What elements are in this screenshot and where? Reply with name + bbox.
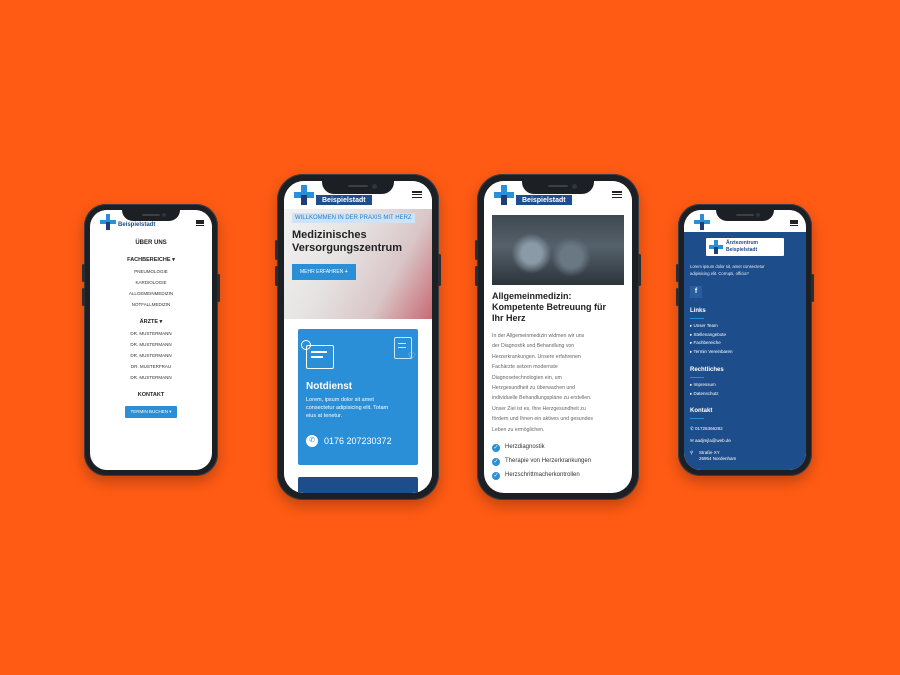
divider (690, 418, 704, 419)
mobile-menu: ÜBER UNS FACHBEREICHE ▾ PNEUMOLOGIE KARD… (90, 238, 212, 418)
hamburger-menu-icon[interactable] (612, 191, 622, 198)
links-heading: Links (690, 308, 706, 314)
links-list: ▸ Unser Team ▸ Stellenangebote ▸ Fachber… (690, 322, 732, 356)
location-pin-icon: ⚲ (690, 450, 694, 455)
section-title: Allgemeinmedizin: Kompetente Betreuung f… (492, 291, 607, 323)
footer-link[interactable]: ▸ Termin Vereinbaren (690, 348, 732, 357)
chevron-down-icon: ▾ (169, 409, 172, 414)
checkmark-icon: ✓ (492, 444, 500, 452)
mehr-erfahren-button[interactable]: MEHR ERFAHREN + (292, 264, 356, 280)
brand-name: Beispielstadt (316, 195, 372, 205)
hamburger-menu-icon[interactable] (790, 220, 798, 226)
hero-tagline: WILLKOMMEN IN DER PRAXIS MIT HERZ (292, 213, 415, 223)
hero-headline: Medizinisches Versorgungszentrum (292, 229, 403, 254)
termin-buchen-button[interactable]: TERMIN BUCHEN ▾ (125, 406, 177, 418)
submenu-item[interactable]: DR. MUSTERMANN (90, 342, 212, 347)
mail-icon: ✉ (690, 438, 694, 443)
screen: Beispielstadt WILLKOMMEN IN DER PRAXIS M… (284, 181, 432, 493)
divider (690, 377, 704, 378)
card-text: Lorem, ipsum dolor sit amet consectetur … (306, 397, 389, 419)
card-title: Notdienst (306, 381, 353, 392)
phone-mockup-4: Ärztezentrum Beispielstadt Lorem ipsum d… (676, 204, 814, 476)
screen: Beispielstadt ÜBER UNS FACHBEREICHE ▾ PN… (90, 210, 212, 470)
menu-item-kontakt[interactable]: KONTAKT (90, 392, 212, 398)
plus-icon: + (344, 269, 348, 275)
submenu-item[interactable]: PNEUMOLOGIE (90, 269, 212, 274)
notdienst-card: ♡ Notdienst Lorem, ipsum dolor sit amet … (298, 329, 418, 465)
notch (322, 181, 394, 194)
hamburger-menu-icon[interactable] (412, 191, 422, 198)
footer-link[interactable]: ▸ Stellenangebote (690, 331, 732, 340)
divider (690, 318, 704, 319)
footer-section: Ärztezentrum Beispielstadt Lorem ipsum d… (684, 232, 806, 470)
facebook-icon[interactable]: f (690, 286, 702, 298)
hamburger-menu-icon[interactable] (196, 220, 204, 226)
contact-phone[interactable]: ✆ 01726366282 (690, 426, 723, 432)
notch (716, 210, 774, 221)
hero-section: WILLKOMMEN IN DER PRAXIS MIT HERZ Medizi… (284, 209, 432, 319)
logo-cross-icon (294, 185, 314, 205)
kontakt-heading: Kontakt (690, 408, 713, 414)
side-button (217, 274, 220, 302)
checkmark-icon: ✓ (492, 472, 500, 480)
phone-icon: ✆ (690, 426, 694, 431)
logo-cross-icon (100, 214, 116, 230)
footer-logo: Ärztezentrum Beispielstadt (706, 238, 784, 256)
logo-cross-icon (709, 240, 723, 254)
submenu-item[interactable]: DR. MUSTERMANN (90, 353, 212, 358)
checkmark-icon: ✓ (492, 458, 500, 466)
chevron-down-icon: ▾ (172, 257, 175, 263)
rechtliches-heading: Rechtliches (690, 367, 724, 373)
list-item: ✓ Herzdiagnostik (492, 444, 545, 452)
emergency-phone-number[interactable]: 0176 207230372 (324, 436, 392, 446)
logo-cross-icon (494, 185, 514, 205)
logo-cross-icon (694, 214, 710, 230)
phone-mockup-1: Beispielstadt ÜBER UNS FACHBEREICHE ▾ PN… (82, 204, 220, 476)
phone-icon: ✆ (306, 435, 318, 447)
submenu-item[interactable]: KARDIOLOGIE (90, 280, 212, 285)
footer-link[interactable]: ▸ Datenschutz (690, 390, 719, 399)
contact-email[interactable]: ✉ aadjmjla@web.de (690, 438, 731, 444)
rechtliches-list: ▸ Impressum ▸ Datenschutz (690, 381, 719, 398)
footer-link[interactable]: ▸ Unser Team (690, 322, 732, 331)
phone-mockup-2: Beispielstadt WILLKOMMEN IN DER PRAXIS M… (275, 174, 441, 500)
submenu-item[interactable]: DR. MUSTERMANN (90, 331, 212, 336)
menu-item-fachbereiche[interactable]: FACHBEREICHE ▾ (90, 257, 212, 263)
submenu-item[interactable]: DR. MUSTERFRAU (90, 364, 212, 369)
contact-address: ⚲ Straße XY 26954 Nordenham (690, 450, 737, 461)
section-body: In der Allgemeinmedizin widmen wir uns d… (492, 333, 593, 433)
side-button (82, 264, 85, 282)
menu-item-aerzte[interactable]: ÄRZTE ▾ (90, 319, 212, 325)
notch (522, 181, 594, 194)
next-card (298, 477, 418, 493)
checklist: ✓ Herzdiagnostik ✓ Therapie von Herzerkr… (492, 443, 626, 485)
list-item: ✓ Herzschrittmacherkontrollen (492, 472, 580, 480)
screen: Ärztezentrum Beispielstadt Lorem ipsum d… (684, 210, 806, 470)
notch (122, 210, 180, 221)
list-item: ✓ Therapie von Herzerkrankungen (492, 458, 592, 466)
brand-name: Beispielstadt (516, 195, 572, 205)
menu-item-ueber-uns[interactable]: ÜBER UNS (90, 240, 212, 246)
emergency-computer-icon (301, 340, 334, 369)
side-button (82, 288, 85, 306)
brand-name: Beispielstadt (118, 222, 156, 228)
medical-report-icon: ♡ (394, 337, 416, 361)
submenu-item[interactable]: NOTFALLMEDIZIN (90, 302, 212, 307)
phone-mockup-3: Beispielstadt Allgemeinmedizin: Kompeten… (475, 174, 641, 500)
submenu-item[interactable]: ALLGEMEINMEDIZIN (90, 291, 212, 296)
chevron-down-icon: ▾ (159, 319, 163, 325)
footer-intro: Lorem ipsum dolor sit, amet consectetur … (690, 264, 765, 276)
footer-link[interactable]: ▸ Impressum (690, 381, 719, 390)
surgery-photo (492, 215, 624, 285)
submenu-item[interactable]: DR. MUSTERMANN (90, 375, 212, 380)
screen: Beispielstadt Allgemeinmedizin: Kompeten… (484, 181, 632, 493)
footer-link[interactable]: ▸ Fachbereiche (690, 339, 732, 348)
